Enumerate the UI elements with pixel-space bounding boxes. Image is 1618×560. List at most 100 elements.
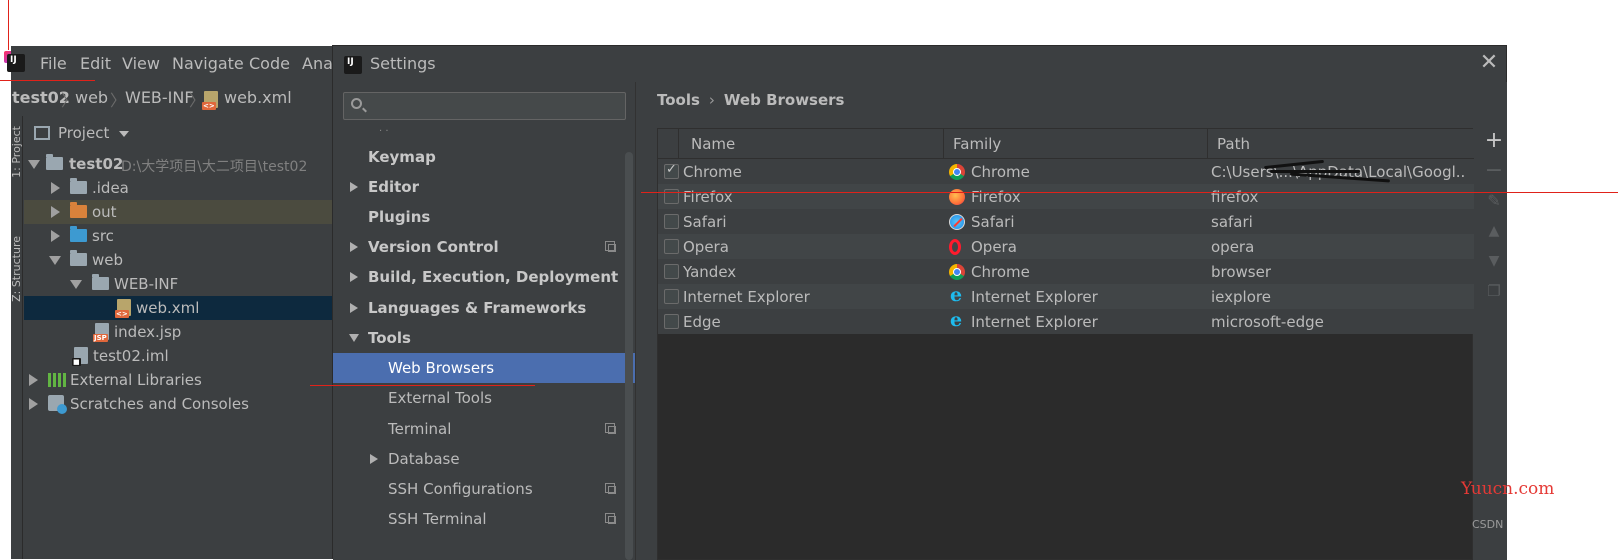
expand-arrow-icon[interactable]	[70, 280, 82, 289]
tree-row-test02[interactable]: test02 D:\大学项目\大二项目\test02	[24, 152, 341, 176]
dialog-title: Settings	[370, 54, 436, 73]
enabled-checkbox[interactable]	[664, 162, 679, 179]
nav-item-terminal[interactable]: Terminal	[333, 414, 635, 444]
table-row[interactable]: Internet Explorer Internet Explorer iexp…	[658, 284, 1474, 309]
nav-item-keymap[interactable]: Keymap	[333, 142, 635, 172]
copy-icon[interactable]: ❐	[1481, 278, 1507, 304]
settings-dialog: IJ Settings ✕ · · Keymap Editor Plugins …	[332, 45, 1507, 560]
expand-arrow-icon[interactable]	[29, 398, 38, 410]
menu-file[interactable]: File	[40, 54, 67, 73]
tree-row-scratches[interactable]: Scratches and Consoles	[24, 392, 341, 416]
breadcrumb-webinf[interactable]: WEB-INF	[125, 88, 194, 107]
tree-row-external-libraries[interactable]: External Libraries	[24, 368, 341, 392]
tree-label: .idea	[92, 179, 129, 197]
folder-icon	[92, 274, 109, 290]
table-row[interactable]: Safari Safari safari	[658, 209, 1474, 234]
expand-arrow-icon[interactable]	[51, 206, 60, 218]
tree-label: out	[92, 203, 117, 221]
expand-arrow-icon[interactable]	[51, 230, 60, 242]
breadcrumb-webxml[interactable]: web.xml	[224, 88, 292, 107]
tree-row-web[interactable]: web	[24, 248, 341, 272]
expand-arrow-icon[interactable]	[29, 374, 38, 386]
expand-arrow-icon[interactable]	[370, 454, 378, 464]
nav-item-ssh-terminal[interactable]: SSH Terminal	[333, 504, 635, 534]
module-folder-icon	[46, 154, 63, 170]
dialog-titlebar: IJ Settings ✕	[333, 46, 1506, 82]
nav-item-tools[interactable]: Tools	[333, 323, 635, 353]
menu-view[interactable]: View	[122, 54, 160, 73]
tree-row-webxml[interactable]: <> web.xml	[24, 296, 341, 320]
expand-arrow-icon[interactable]	[49, 256, 61, 265]
table-row[interactable]: Opera Opera opera	[658, 234, 1474, 259]
collapse-arrow-icon[interactable]	[349, 334, 359, 342]
nav-label: Web Browsers	[388, 359, 495, 377]
nav-item-editor[interactable]: Editor	[333, 172, 635, 202]
expand-arrow-icon[interactable]	[350, 272, 358, 282]
redaction-scribble	[1270, 170, 1360, 173]
nav-item-version-control[interactable]: Version Control	[333, 232, 635, 262]
table-row[interactable]: Yandex Chrome browser	[658, 259, 1474, 284]
web-folder-icon	[70, 250, 87, 266]
menu-edit[interactable]: Edit	[80, 54, 111, 73]
nav-item-database[interactable]: Database	[333, 444, 635, 474]
nav-item-web-browsers[interactable]: Web Browsers	[333, 353, 635, 383]
tree-row-webinf[interactable]: WEB-INF	[24, 272, 341, 296]
structure-tool-tab[interactable]: Z: Structure	[10, 236, 23, 302]
expand-arrow-icon[interactable]	[28, 160, 40, 169]
nav-item-build[interactable]: Build, Execution, Deployment	[333, 262, 635, 292]
expand-arrow-icon[interactable]	[51, 182, 60, 194]
expand-arrow-icon[interactable]	[350, 303, 358, 313]
tree-row-iml[interactable]: ■ test02.iml	[24, 344, 341, 368]
menu-code[interactable]: Code	[249, 54, 290, 73]
nav-label: Editor	[368, 178, 419, 196]
enabled-checkbox[interactable]	[664, 264, 679, 279]
nav-scrollbar[interactable]	[625, 152, 633, 560]
table-row[interactable]: Firefox Firefox firefox	[658, 184, 1474, 209]
nav-item-languages[interactable]: Languages & Frameworks	[333, 293, 635, 323]
breadcrumb-tools[interactable]: Tools	[657, 91, 700, 109]
remove-icon[interactable]: −	[1481, 158, 1507, 184]
nav-item-ssh-configurations[interactable]: SSH Configurations	[333, 474, 635, 504]
browser-family: Opera	[971, 238, 1017, 256]
move-down-icon[interactable]: ▼	[1481, 248, 1507, 274]
browser-name: Firefox	[683, 188, 733, 206]
expand-arrow-icon[interactable]	[350, 242, 358, 252]
column-family[interactable]: Family	[943, 129, 1207, 159]
settings-search-field[interactable]	[343, 92, 626, 120]
nav-item-plugins[interactable]: Plugins	[333, 202, 635, 232]
chevron-down-icon[interactable]	[119, 131, 129, 137]
breadcrumb-web[interactable]: web	[75, 88, 108, 107]
enabled-checkbox[interactable]	[664, 314, 679, 329]
xml-file-icon: <>	[202, 91, 218, 110]
chrome-icon	[949, 164, 965, 180]
ie-icon	[949, 284, 965, 306]
nav-item-external-tools[interactable]: External Tools	[333, 383, 635, 413]
project-view-icon	[34, 126, 50, 140]
enabled-checkbox[interactable]	[664, 289, 679, 304]
expand-arrow-icon[interactable]	[350, 182, 358, 192]
move-up-icon[interactable]: ▲	[1481, 218, 1507, 244]
enabled-checkbox[interactable]	[664, 239, 679, 254]
project-scope-icon	[605, 423, 616, 434]
tree-row-idea[interactable]: .idea	[24, 176, 341, 200]
nav-label: Keymap	[368, 148, 436, 166]
table-row[interactable]: Edge Internet Explorer microsoft-edge	[658, 309, 1474, 334]
project-tool-tab[interactable]: 1: Project	[10, 126, 23, 178]
ie-icon	[949, 309, 965, 331]
menu-navigate[interactable]: Navigate	[172, 54, 244, 73]
column-name[interactable]: Name	[678, 129, 943, 159]
chrome-icon	[949, 264, 965, 280]
tree-row-src[interactable]: src	[24, 224, 341, 248]
column-path[interactable]: Path	[1207, 129, 1474, 159]
table-toolbar: + − ✎ ▲ ▼ ❐	[1481, 128, 1507, 328]
browser-path: firefox	[1211, 188, 1259, 206]
enabled-checkbox[interactable]	[664, 214, 679, 229]
add-icon[interactable]: +	[1481, 128, 1507, 154]
tree-row-out[interactable]: out	[24, 200, 341, 224]
close-icon[interactable]: ✕	[1476, 50, 1502, 76]
tree-row-indexjsp[interactable]: JSP index.jsp	[24, 320, 341, 344]
project-header-label[interactable]: Project	[58, 124, 109, 142]
nav-label: Build, Execution, Deployment	[368, 268, 619, 286]
settings-search-input[interactable]	[374, 95, 619, 117]
breadcrumb-separator: ›	[708, 91, 715, 109]
